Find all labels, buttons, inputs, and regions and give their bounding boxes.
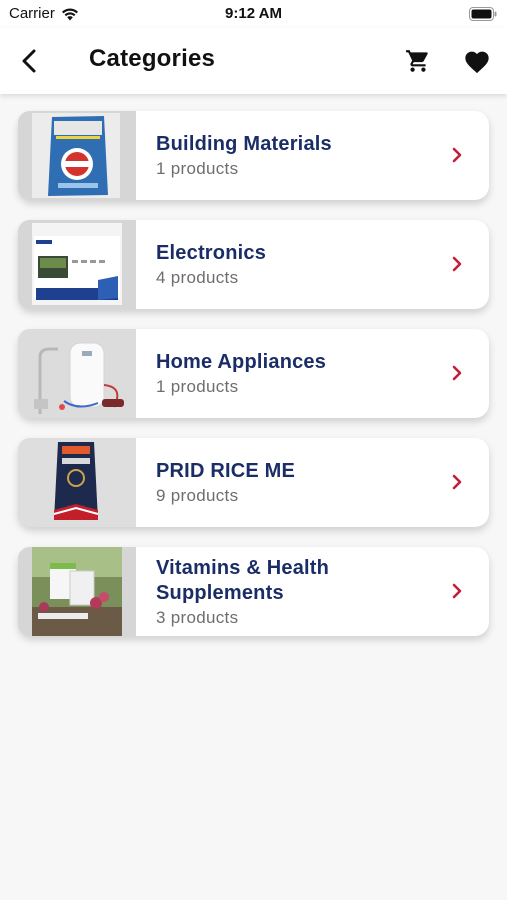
chevron-right-icon xyxy=(452,256,462,272)
category-list: Building Materials 1 products Electronic… xyxy=(18,111,489,656)
category-product-count: 4 products xyxy=(156,268,239,287)
battery-icon xyxy=(469,7,497,21)
clock: 9:12 AM xyxy=(225,5,282,22)
category-name: Electronics xyxy=(156,242,267,264)
category-name: PRID RICE ME xyxy=(156,460,296,482)
page-title: Categories xyxy=(89,45,216,72)
category-text: PRID RICE ME 9 products xyxy=(136,438,295,527)
category-card-prid-rice-me[interactable]: PRID RICE ME 9 products xyxy=(18,438,489,527)
category-name: Vitamins & Health Supplements xyxy=(156,556,330,604)
cart-icon xyxy=(406,50,428,72)
chevron-right-icon xyxy=(452,583,462,599)
chevron-right-icon xyxy=(452,474,462,490)
category-text: Vitamins & Health Supplements 3 products xyxy=(136,547,376,636)
back-arrow-icon xyxy=(22,49,36,73)
category-product-count: 1 products xyxy=(156,159,239,178)
category-image-home-appliances xyxy=(18,329,136,418)
category-text: Electronics 4 products xyxy=(136,220,266,309)
status-bar: Carrier 9:12 AM xyxy=(0,0,507,28)
category-card-home-appliances[interactable]: Home Appliances 1 products xyxy=(18,329,489,418)
category-product-count: 9 products xyxy=(156,486,239,505)
cart-button[interactable] xyxy=(402,45,434,77)
category-card-building-materials[interactable]: Building Materials 1 products xyxy=(18,111,489,200)
category-text: Home Appliances 1 products xyxy=(136,329,326,418)
category-name: Building Materials xyxy=(156,133,332,155)
category-card-vitamins-health-supplements[interactable]: Vitamins & Health Supplements 3 products xyxy=(18,547,489,636)
category-image-building-materials xyxy=(18,111,136,200)
category-image-electronics xyxy=(18,220,136,309)
category-image-vitamins-health-supplements xyxy=(18,547,136,636)
category-name: Home Appliances xyxy=(156,351,327,373)
category-product-count: 3 products xyxy=(156,607,239,627)
category-image-prid-rice-me xyxy=(18,438,136,527)
chevron-right-icon xyxy=(452,365,462,381)
category-card-electronics[interactable]: Electronics 4 products xyxy=(18,220,489,309)
heart-icon xyxy=(465,51,489,74)
chevron-right-icon xyxy=(452,147,462,163)
category-product-count: 1 products xyxy=(156,377,239,396)
category-text: Building Materials 1 products xyxy=(136,111,332,200)
favorites-button[interactable] xyxy=(461,45,493,77)
top-navigation-bar: Categories xyxy=(0,28,507,94)
back-button[interactable] xyxy=(14,46,44,76)
